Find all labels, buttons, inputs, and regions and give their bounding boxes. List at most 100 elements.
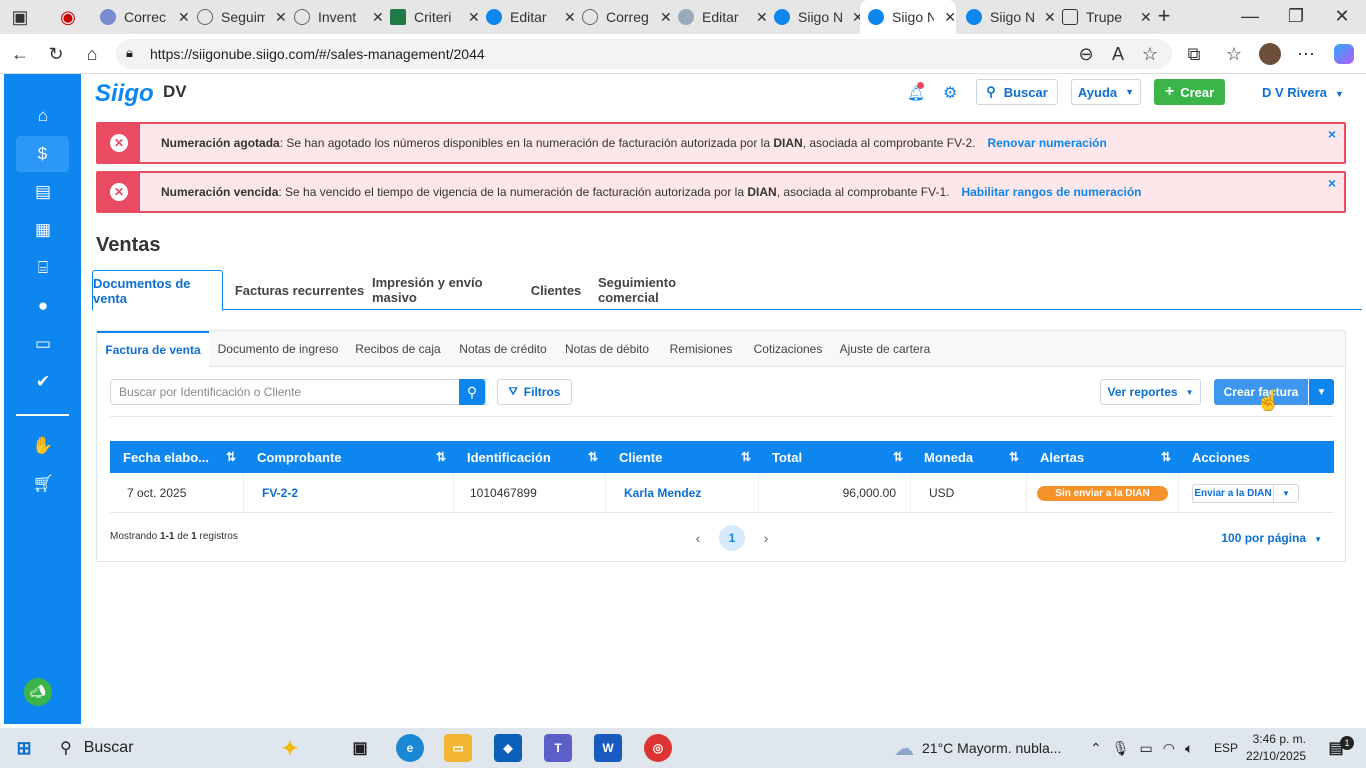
home-icon[interactable]: ⌂ [28,104,58,128]
close-icon[interactable]: × [1328,175,1336,191]
siigo-logo[interactable]: Siigo [95,80,154,108]
sort-icon[interactable]: ⇅ [436,450,446,464]
tab-impresion-envio[interactable]: Impresión y envío masivo [372,270,518,310]
create-invoice-dropdown[interactable]: ▼ [1309,379,1334,405]
browser-tab-6[interactable]: Editar ✕ [670,0,768,34]
taskbar-search[interactable]: ⚲ Buscar [50,732,265,764]
per-page-select[interactable]: 100 por página ▼ [1221,531,1322,545]
subtab-documento-de-ingreso[interactable]: Documento de ingreso [215,331,341,367]
sort-icon[interactable]: ⇅ [893,450,903,464]
col-fecha[interactable]: Fecha elabo... ⇅ [110,441,244,473]
maximize-icon[interactable]: ❐ [1284,4,1308,28]
cell-cliente-link[interactable]: Karla Mendez [606,473,759,513]
close-icon[interactable]: ✕ [1140,9,1152,26]
search-input[interactable]: Buscar por Identificación o Cliente [110,379,486,405]
url-field[interactable]: 🔒︎ https://siigonube.siigo.com/#/sales-m… [116,39,1172,69]
prev-page-icon[interactable]: ‹ [685,525,711,551]
subtab-notas-de-credito[interactable]: Notas de crédito [455,331,551,367]
weather-widget[interactable]: ☁ 21°C Mayorm. nubla... [894,728,1061,768]
tray-icons[interactable]: ⌃ 🎙︎ ▭ ◠ 🔈︎ [1090,728,1193,768]
browser-tab-5[interactable]: Correg ✕ [574,0,672,34]
read-aloud-icon[interactable]: A [1106,42,1130,66]
tab-facturas-recurrentes[interactable]: Facturas recurrentes [232,270,367,310]
subtab-factura-de-venta[interactable]: Factura de venta [97,331,209,367]
cell-comprobante-link[interactable]: FV-2-2 [244,473,454,513]
windows-start-icon[interactable]: ⊞ [10,734,38,762]
subtab-ajuste-de-cartera[interactable]: Ajuste de cartera [837,331,933,367]
browser-tab-active[interactable]: Siigo N ✕ [860,0,956,34]
task-view-icon[interactable]: ▣ [346,734,374,762]
help-button[interactable]: Ayuda ▼ [1071,79,1141,105]
teams-icon[interactable]: T [544,734,572,762]
word-icon[interactable]: W [594,734,622,762]
enable-ranges-link[interactable]: Habilitar rangos de numeración [961,185,1141,199]
col-cliente[interactable]: Cliente ⇅ [606,441,759,473]
file-explorer-icon[interactable]: ▭ [444,734,472,762]
chevron-down-icon[interactable]: ▼ [1273,485,1298,502]
handshake-icon[interactable]: ✋ [28,434,58,458]
browser-tab-3[interactable]: Criteri ✕ [382,0,480,34]
back-icon[interactable]: ← [8,42,32,66]
app-icon[interactable]: ◎ [644,734,672,762]
col-total[interactable]: Total ⇅ [759,441,911,473]
browser-tab-2[interactable]: Invent ✕ [286,0,384,34]
favorite-icon[interactable]: ☆ [1138,42,1162,66]
sort-icon[interactable]: ⇅ [588,450,598,464]
renew-numeration-link[interactable]: Renovar numeración [987,136,1106,150]
sort-icon[interactable]: ⇅ [1009,450,1019,464]
create-button[interactable]: + Crear [1154,79,1225,105]
browser-tab-1[interactable]: Seguim ✕ [189,0,287,34]
edge-icon[interactable]: e [396,734,424,762]
close-icon[interactable]: × [1328,126,1336,142]
close-icon[interactable]: ✕ [944,9,956,26]
zoom-icon[interactable]: ⊖ [1074,42,1098,66]
more-icon[interactable]: ⋯ [1294,42,1318,66]
profile-avatar[interactable] [1258,42,1282,66]
filters-button[interactable]: ⛛ Filtros [497,379,572,405]
clock[interactable]: 3:46 p. m. 22/10/2025 [1246,731,1306,765]
user-menu[interactable]: D V Rivera ▼ [1262,85,1344,100]
cart-icon[interactable]: 🛒︎ [28,472,58,496]
record-icon[interactable]: ◉ [56,5,80,29]
language-indicator[interactable]: ESP [1214,728,1238,768]
search-button[interactable]: ⚲ Buscar [976,79,1058,105]
subtab-remisiones[interactable]: Remisiones [663,331,739,367]
subtab-recibos-de-caja[interactable]: Recibos de caja [351,331,445,367]
col-alertas[interactable]: Alertas ⇅ [1027,441,1179,473]
tab-clientes[interactable]: Clientes [528,270,584,310]
app-icon[interactable]: ◆ [494,734,522,762]
inventory-icon[interactable]: ▦ [28,218,58,242]
browser-tab-9[interactable]: Siigo N ✕ [958,0,1056,34]
favorites-icon[interactable]: ☆ [1222,42,1246,66]
subtab-notas-de-debito[interactable]: Notas de débito [561,331,653,367]
browser-tab-4[interactable]: Editar ✕ [478,0,576,34]
tasks-icon[interactable]: ✔ [28,370,58,394]
browser-tab-10[interactable]: Trupe ✕ [1054,0,1152,34]
tab-seguimiento-comercial[interactable]: Seguimiento comercial [598,270,732,310]
sort-icon[interactable]: ⇅ [226,450,236,464]
page-number[interactable]: 1 [719,525,745,551]
copilot-sparkle-icon[interactable]: ✦ [276,734,304,762]
reports-button[interactable]: Ver reportes ▼ [1100,379,1201,405]
col-identificacion[interactable]: Identificación ⇅ [454,441,606,473]
minimize-icon[interactable]: — [1238,4,1262,28]
reports-icon[interactable]: ▭ [28,332,58,356]
copilot-icon[interactable] [1332,42,1356,66]
next-page-icon[interactable]: › [753,525,779,551]
tab-documentos-de-venta[interactable]: Documentos de venta [92,270,223,311]
sort-icon[interactable]: ⇅ [1161,450,1171,464]
search-button[interactable]: ⚲ [459,379,485,405]
close-window-icon[interactable]: ✕ [1330,4,1354,28]
extensions-icon[interactable]: ⧉ [1182,42,1206,66]
close-icon[interactable]: ✕ [275,9,287,26]
new-tab-icon[interactable]: + [1152,3,1176,28]
close-icon[interactable]: ✕ [178,9,190,26]
send-dian-button[interactable]: Enviar a la DIAN ▼ [1192,484,1299,503]
reload-icon[interactable]: ↻ [44,42,68,66]
col-moneda[interactable]: Moneda ⇅ [911,441,1027,473]
sort-icon[interactable]: ⇅ [741,450,751,464]
bank-icon[interactable]: ⌸ [28,256,58,280]
subtab-cotizaciones[interactable]: Cotizaciones [747,331,829,367]
browser-tab-0[interactable]: Correc ✕ [92,0,190,34]
user-icon[interactable]: ● [28,294,58,318]
